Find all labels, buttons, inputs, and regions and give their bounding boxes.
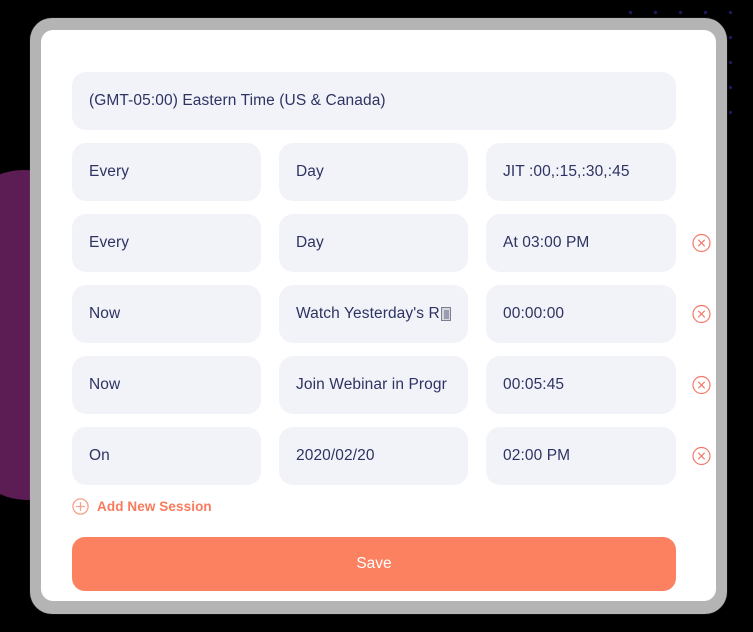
session-time-select[interactable]: 00:00:00 [486, 285, 676, 343]
session-when-select[interactable]: On [72, 427, 261, 485]
plus-circle-icon [72, 498, 89, 515]
session-action-select[interactable]: Day [279, 214, 468, 272]
session-action-value: Join Webinar in Progr [296, 376, 447, 393]
delete-session-icon[interactable] [692, 233, 711, 253]
timezone-select[interactable]: (GMT-05:00) Eastern Time (US & Canada) [72, 72, 676, 130]
session-action-select[interactable]: Join Webinar in Progr [279, 356, 468, 414]
session-time-value: JIT :00,:15,:30,:45 [503, 163, 630, 180]
session-when-select[interactable]: Now [72, 356, 261, 414]
delete-session-icon[interactable] [692, 375, 711, 395]
session-when-value: On [89, 447, 110, 464]
session-action-select[interactable]: 2020/02/20 [279, 427, 468, 485]
session-time-select[interactable]: At 03:00 PM [486, 214, 676, 272]
device-frame: (GMT-05:00) Eastern Time (US & Canada) E… [30, 18, 727, 614]
session-action-value: Day [296, 163, 324, 180]
session-when-select[interactable]: Now [72, 285, 261, 343]
missing-glyph-box [440, 307, 451, 321]
add-new-session-label: Add New Session [97, 499, 212, 514]
delete-session-icon[interactable] [692, 304, 711, 324]
session-when-select[interactable]: Every [72, 143, 261, 201]
session-when-select[interactable]: Every [72, 214, 261, 272]
session-when-value: Now [89, 305, 121, 322]
session-time-select[interactable]: 02:00 PM [486, 427, 676, 485]
session-row: Every Day JIT :00,:15,:30,:45 [72, 143, 676, 201]
session-when-value: Every [89, 163, 130, 180]
session-row: Now Watch Yesterday's Re 00:00:00 [72, 285, 711, 343]
session-time-value: At 03:00 PM [503, 234, 590, 251]
session-time-value: 00:05:45 [503, 376, 565, 393]
session-scheduler-card: (GMT-05:00) Eastern Time (US & Canada) E… [41, 30, 716, 601]
session-action-select[interactable]: Day [279, 143, 468, 201]
session-time-value: 02:00 PM [503, 447, 571, 464]
session-row: On 2020/02/20 02:00 PM [72, 427, 711, 485]
session-row: Every Day At 03:00 PM [72, 214, 711, 272]
session-action-value: Watch Yesterday's Re [296, 305, 440, 322]
card-content: (GMT-05:00) Eastern Time (US & Canada) E… [72, 72, 711, 591]
session-when-value: Every [89, 234, 130, 251]
session-action-value: Day [296, 234, 324, 251]
delete-session-icon[interactable] [692, 446, 711, 466]
session-time-value: 00:00:00 [503, 305, 565, 322]
timezone-value: (GMT-05:00) Eastern Time (US & Canada) [89, 92, 386, 109]
session-time-select[interactable]: JIT :00,:15,:30,:45 [486, 143, 676, 201]
session-when-value: Now [89, 376, 121, 393]
session-row: Now Join Webinar in Progr 00:05:45 [72, 356, 711, 414]
session-time-select[interactable]: 00:05:45 [486, 356, 676, 414]
save-button-label: Save [356, 555, 392, 572]
add-new-session-button[interactable]: Add New Session [72, 498, 212, 515]
session-action-select[interactable]: Watch Yesterday's Re [279, 285, 468, 343]
session-action-value: 2020/02/20 [296, 447, 375, 464]
session-list: Every Day JIT :00,:15,:30,:45 Every Day At 03… [72, 143, 711, 485]
save-button[interactable]: Save [72, 537, 676, 591]
